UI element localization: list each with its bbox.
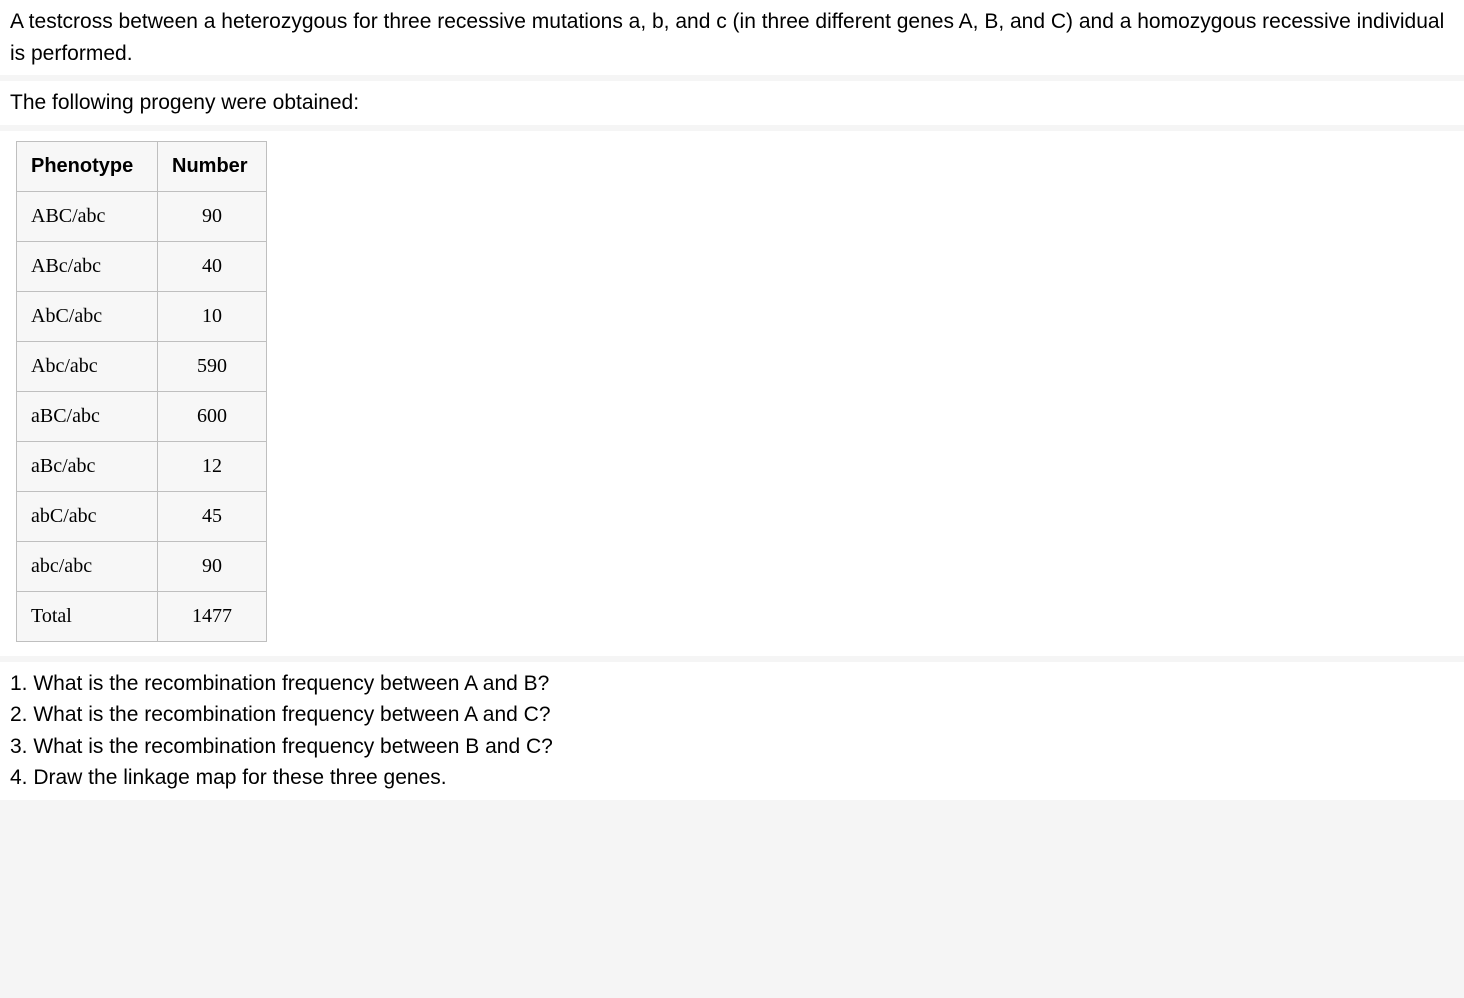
table-row: Total 1477 bbox=[17, 591, 267, 641]
intro-paragraph-1: A testcross between a heterozygous for t… bbox=[0, 0, 1464, 75]
cell-phenotype: AbC/abc bbox=[17, 291, 158, 341]
table-row: aBC/abc 600 bbox=[17, 391, 267, 441]
intro-text-1: A testcross between a heterozygous for t… bbox=[10, 10, 1444, 65]
cell-phenotype: abc/abc bbox=[17, 541, 158, 591]
intro-paragraph-2: The following progeny were obtained: bbox=[0, 81, 1464, 125]
cell-number: 90 bbox=[158, 541, 267, 591]
cell-phenotype: abC/abc bbox=[17, 491, 158, 541]
table-row: Abc/abc 590 bbox=[17, 341, 267, 391]
table-header-row: Phenotype Number bbox=[17, 141, 267, 191]
question-4: 4. Draw the linkage map for these three … bbox=[10, 762, 1454, 794]
question-1: 1. What is the recombination frequency b… bbox=[10, 668, 1454, 700]
header-number: Number bbox=[158, 141, 267, 191]
cell-phenotype: Abc/abc bbox=[17, 341, 158, 391]
question-2: 2. What is the recombination frequency b… bbox=[10, 699, 1454, 731]
question-3: 3. What is the recombination frequency b… bbox=[10, 731, 1454, 763]
cell-number: 12 bbox=[158, 441, 267, 491]
cell-phenotype: ABc/abc bbox=[17, 241, 158, 291]
table-row: AbC/abc 10 bbox=[17, 291, 267, 341]
cell-number: 10 bbox=[158, 291, 267, 341]
cell-phenotype: Total bbox=[17, 591, 158, 641]
cell-number: 45 bbox=[158, 491, 267, 541]
cell-phenotype: ABC/abc bbox=[17, 191, 158, 241]
progeny-table: Phenotype Number ABC/abc 90 ABc/abc 40 A… bbox=[16, 141, 267, 642]
cell-phenotype: aBC/abc bbox=[17, 391, 158, 441]
cell-number: 590 bbox=[158, 341, 267, 391]
cell-phenotype: aBc/abc bbox=[17, 441, 158, 491]
cell-number: 1477 bbox=[158, 591, 267, 641]
cell-number: 40 bbox=[158, 241, 267, 291]
table-row: ABc/abc 40 bbox=[17, 241, 267, 291]
table-row: abC/abc 45 bbox=[17, 491, 267, 541]
cell-number: 600 bbox=[158, 391, 267, 441]
intro-text-2: The following progeny were obtained: bbox=[10, 91, 359, 114]
table-row: ABC/abc 90 bbox=[17, 191, 267, 241]
progeny-table-container: Phenotype Number ABC/abc 90 ABc/abc 40 A… bbox=[0, 131, 1464, 656]
questions-block: 1. What is the recombination frequency b… bbox=[0, 662, 1464, 800]
header-phenotype: Phenotype bbox=[17, 141, 158, 191]
cell-number: 90 bbox=[158, 191, 267, 241]
table-row: aBc/abc 12 bbox=[17, 441, 267, 491]
table-row: abc/abc 90 bbox=[17, 541, 267, 591]
